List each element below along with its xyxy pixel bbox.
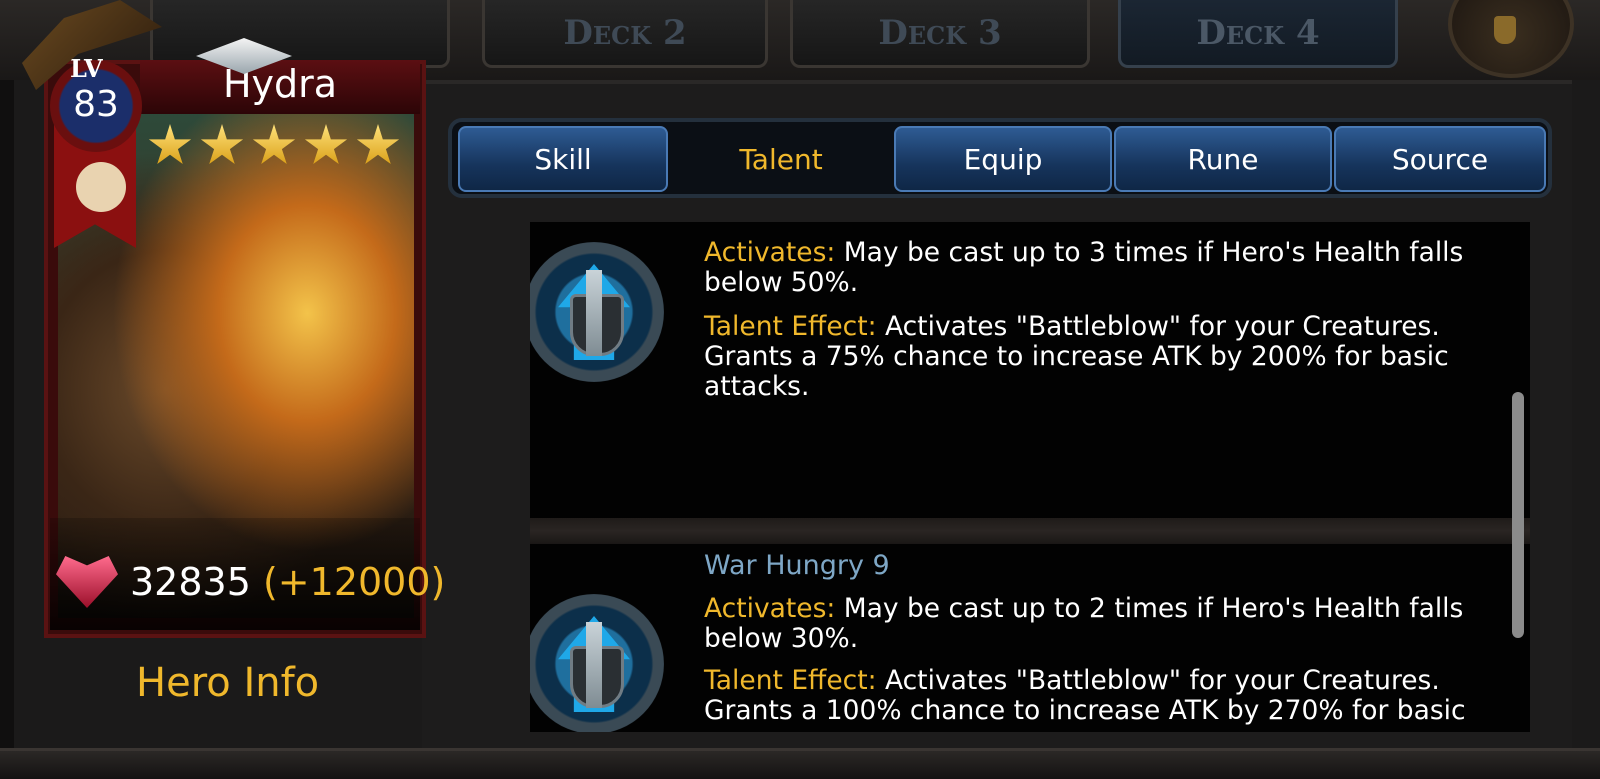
deck-tab-2[interactable]: Deck 2 (482, 0, 768, 68)
hero-star-rating (148, 124, 408, 172)
level-value: 83 (73, 84, 119, 125)
deck-tab-3[interactable]: Deck 3 (790, 0, 1090, 68)
talent-activates: Activates: May be cast up to 3 times if … (704, 238, 1484, 298)
effect-label: Talent Effect: (704, 665, 877, 696)
deck-tab-label: Deck 4 (1196, 12, 1320, 53)
tab-source[interactable]: Source (1334, 126, 1546, 192)
hero-power: 32835 (+12000) (130, 560, 445, 604)
tab-rune[interactable]: Rune (1114, 126, 1332, 192)
power-value: 32835 (130, 560, 251, 604)
sword-icon (586, 270, 602, 356)
effect-label: Talent Effect: (704, 311, 877, 342)
battleblow-talent-icon (530, 594, 664, 732)
list-divider (530, 518, 1530, 544)
star-icon (304, 124, 348, 165)
activates-label: Activates: (704, 593, 836, 624)
tab-label: Source (1391, 142, 1489, 176)
hero-name: Hydra (222, 62, 338, 106)
battleblow-talent-icon (530, 242, 664, 382)
deck-tab-label: Deck 2 (563, 12, 687, 53)
sword-icon (586, 622, 602, 708)
left-edge (0, 0, 14, 776)
tab-label: Rune (1187, 142, 1259, 176)
star-icon (252, 124, 296, 165)
star-icon (200, 124, 244, 165)
tab-skill[interactable]: Skill (458, 126, 668, 192)
level-label: LV (70, 54, 103, 83)
talent-activates: Activates: May be cast up to 2 times if … (704, 594, 1484, 654)
tab-label: Talent (739, 142, 823, 176)
menu-button[interactable] (1448, 0, 1574, 78)
tab-label: Skill (534, 142, 592, 176)
tab-label: Equip (963, 142, 1043, 176)
deck-tab-label: Deck 3 (878, 12, 1002, 53)
tab-talent[interactable]: Talent (672, 126, 890, 192)
hero-info-button[interactable]: Hero Info (136, 660, 319, 706)
talent-effect: Talent Effect: Activates "Battleblow" fo… (704, 312, 1484, 402)
star-icon (356, 124, 400, 165)
talent-effect: Talent Effect: Activates "Battleblow" fo… (704, 666, 1484, 726)
deck-tab-4[interactable]: Deck 4 (1118, 0, 1398, 68)
power-bonus: (+12000) (262, 560, 446, 604)
bell-icon (1494, 16, 1516, 44)
talent-list[interactable]: Activates: May be cast up to 3 times if … (530, 222, 1530, 732)
paw-icon (76, 162, 126, 212)
deck-tab-1[interactable] (150, 0, 450, 68)
tab-equip[interactable]: Equip (894, 126, 1112, 192)
activates-label: Activates: (704, 237, 836, 268)
bottom-bar (0, 748, 1600, 779)
star-icon (148, 124, 192, 165)
talent-scrollbar[interactable] (1512, 392, 1524, 638)
talent-title: War Hungry 9 (704, 550, 890, 581)
